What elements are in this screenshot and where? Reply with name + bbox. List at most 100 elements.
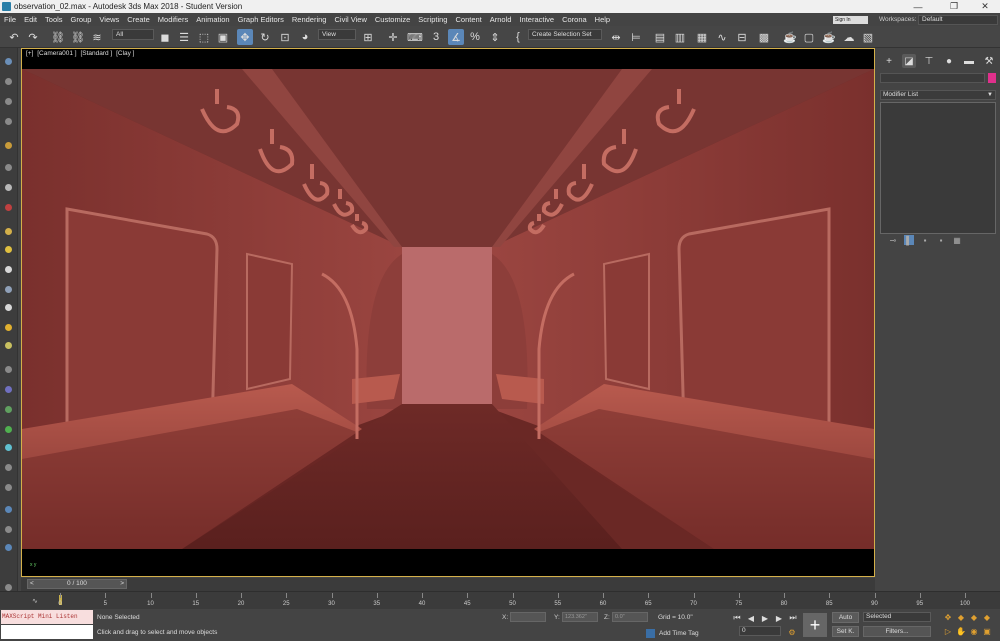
select-and-move-icon[interactable]: ✥ [237,29,253,45]
tool-icon[interactable] [5,164,12,171]
align-icon[interactable]: ⊨ [628,29,644,45]
select-and-place-icon[interactable]: ◕ [297,29,313,45]
go-to-start-icon[interactable]: ⏮ [731,612,743,624]
configure-modifier-sets-icon[interactable]: ▦ [952,235,962,245]
tool-icon[interactable] [5,342,12,349]
menu-create[interactable]: Create [123,15,154,24]
menu-scripting[interactable]: Scripting [414,15,451,24]
menu-edit[interactable]: Edit [20,15,41,24]
zoom-extents-all-icon[interactable]: ◆ [982,612,992,622]
zoom-extents-icon[interactable]: ◆ [969,612,979,622]
toggle-ribbon-icon[interactable]: ▦ [694,29,710,45]
mirror-icon[interactable]: ⇹ [608,29,624,45]
restore-button[interactable]: ❐ [939,0,969,13]
tool-icon[interactable] [5,184,12,191]
menu-modifiers[interactable]: Modifiers [154,15,192,24]
create-tab-icon[interactable]: + [882,54,896,68]
unlink-icon[interactable]: ⛓ [70,29,86,45]
select-object-icon[interactable]: ◼ [157,29,173,45]
play-icon[interactable]: ▶ [759,612,771,624]
tool-icon[interactable] [5,526,12,533]
keyboard-shortcut-override-icon[interactable]: ⌨ [407,29,423,45]
tool-icon[interactable] [5,324,12,331]
tool-icon[interactable] [5,228,12,235]
edit-named-selection-icon[interactable]: { [510,29,526,45]
a360-gallery-icon[interactable]: ▧ [860,29,876,45]
menu-customize[interactable]: Customize [371,15,414,24]
previous-frame-icon[interactable]: ◀ [745,612,757,624]
time-prev-button[interactable]: < [30,580,34,588]
viewport-shading-standard-label[interactable]: [Standard ] [80,50,112,57]
rectangular-selection-icon[interactable]: ⬚ [196,29,212,45]
pivot-center-icon[interactable]: ⊞ [360,29,376,45]
bind-spacewarp-icon[interactable]: ≋ [89,29,105,45]
tool-icon[interactable] [5,544,12,551]
x-coordinate-field[interactable] [510,612,546,622]
tool-icon[interactable] [5,444,12,451]
select-and-manipulate-icon[interactable]: ✛ [385,29,401,45]
object-name-field[interactable] [880,73,985,83]
select-and-rotate-icon[interactable]: ↻ [257,29,273,45]
percent-snap-icon[interactable]: % [467,29,483,45]
snaps-toggle-icon[interactable]: 3 [428,29,444,45]
undo-icon[interactable]: ↶ [6,29,22,45]
field-of-view-icon[interactable]: ▷ [943,626,953,636]
tool-icon[interactable] [5,78,12,85]
viewport-clay-label[interactable]: [Clay ] [116,50,134,57]
modify-tab-icon[interactable]: ◪ [902,54,916,68]
menu-civil-view[interactable]: Civil View [330,15,370,24]
motion-tab-icon[interactable]: ● [942,54,956,68]
spinner-snap-icon[interactable]: ⇕ [487,29,503,45]
window-crossing-icon[interactable]: ▣ [215,29,231,45]
remove-modifier-icon[interactable]: ▪ [936,235,946,245]
create-selection-set-dropdown[interactable]: Create Selection Set [528,29,602,40]
render-production-icon[interactable]: ☕ [821,29,837,45]
menu-rendering[interactable]: Rendering [288,15,331,24]
tool-icon[interactable] [5,484,12,491]
z-coordinate-field[interactable]: 0.0" [612,612,648,622]
utilities-tab-icon[interactable]: ⚒ [982,54,996,68]
tool-icon[interactable] [5,464,12,471]
angle-snap-icon[interactable]: ∡ [448,29,464,45]
time-configuration-icon[interactable]: ⚙ [786,626,798,638]
modifier-list-dropdown[interactable]: Modifier List ▼ [880,90,996,100]
workspaces-dropdown[interactable]: Default [918,15,998,25]
set-key-plus-button[interactable]: + [803,613,827,637]
tool-icon[interactable] [5,98,12,105]
time-slider[interactable]: < 0 / 100 > [27,579,127,589]
tool-icon[interactable] [5,304,12,311]
object-color-swatch[interactable] [988,73,996,83]
redo-icon[interactable]: ↷ [25,29,41,45]
tool-icon[interactable] [5,366,12,373]
zoom-all-icon[interactable]: ◆ [956,612,966,622]
key-filter-dropdown[interactable]: Selected [863,612,931,622]
tool-icon[interactable] [5,58,12,65]
tool-icon[interactable] [5,406,12,413]
select-and-scale-icon[interactable]: ⊡ [277,29,293,45]
time-tag-icon[interactable] [646,629,655,638]
key-filters-button[interactable]: Filters... [863,626,931,637]
menu-animation[interactable]: Animation [192,15,233,24]
viewport-camera-label[interactable]: [Camera001 ] [37,50,76,57]
y-coordinate-field[interactable]: 123.362" [562,612,598,622]
make-unique-icon[interactable]: ▪ [920,235,930,245]
tool-icon[interactable] [5,204,12,211]
tool-icon[interactable] [5,118,12,125]
menu-content[interactable]: Content [451,15,485,24]
pin-stack-icon[interactable]: ⊸ [888,235,898,245]
pan-icon[interactable]: ✋ [956,626,966,636]
render-setup-icon[interactable]: ☕ [782,29,798,45]
auto-key-button[interactable]: Auto [832,612,859,623]
time-next-button[interactable]: > [120,580,124,588]
toggle-scene-explorer-icon[interactable]: ▤ [652,29,668,45]
menu-tools[interactable]: Tools [41,15,67,24]
maxscript-output[interactable] [1,625,93,639]
tool-icon[interactable] [5,426,12,433]
reference-coordinate-dropdown[interactable]: View [318,29,356,40]
tool-icon[interactable] [5,142,12,149]
zoom-icon[interactable]: ✥ [943,612,953,622]
next-frame-icon[interactable]: ▶ [773,612,785,624]
modifier-stack[interactable] [880,102,996,234]
curve-editor-icon[interactable]: ∿ [714,29,730,45]
current-frame-field[interactable]: 0 [739,626,781,636]
